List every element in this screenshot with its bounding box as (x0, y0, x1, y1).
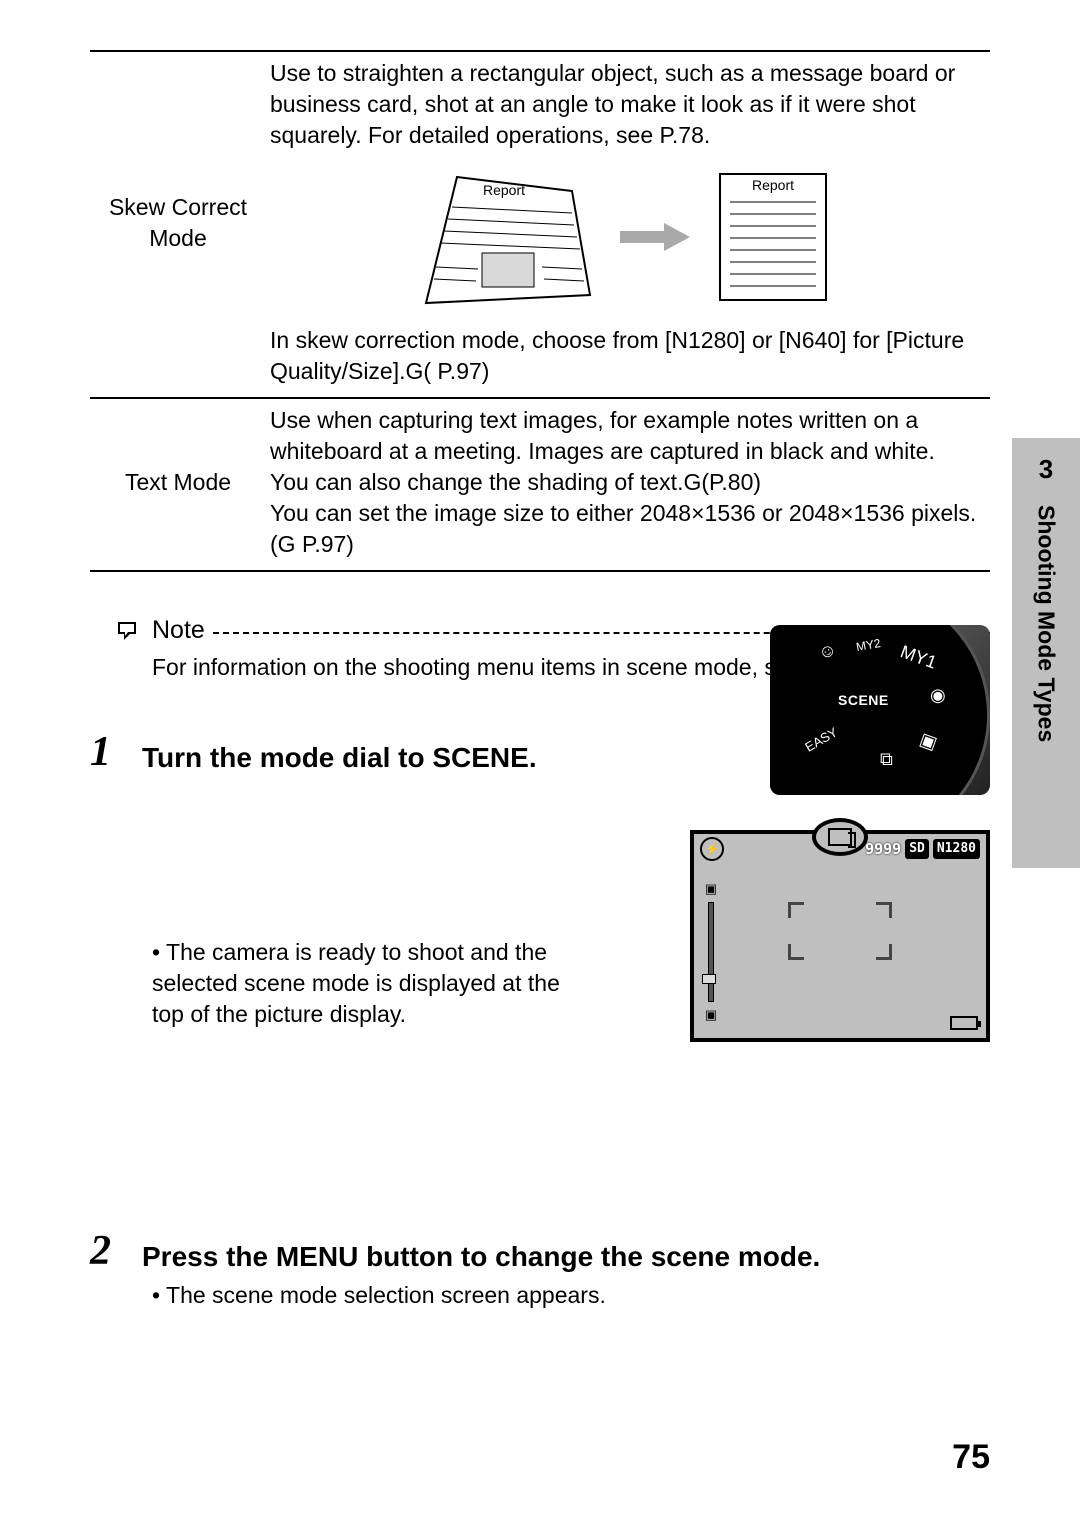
skew-desc-bottom: In skew correction mode, choose from [N1… (270, 325, 980, 387)
mode-desc-skew: Use to straighten a rectangular object, … (260, 51, 990, 398)
side-tab-title: Shooting Mode Types (1030, 505, 1061, 845)
lcd-battery-icon (950, 1016, 978, 1030)
mode-desc-text: Use when capturing text images, for exam… (260, 398, 990, 571)
page-number: 75 (952, 1435, 990, 1481)
step-2-number: 2 (90, 1230, 124, 1272)
step-2-title: Press the MENU button to change the scen… (142, 1230, 820, 1276)
step-1-bullet: The camera is ready to shoot and the sel… (152, 937, 572, 1030)
dial-scene-label: SCENE (838, 691, 889, 710)
step-2-bullet: The scene mode selection screen appears. (152, 1280, 990, 1311)
modes-table: Skew Correct Mode Use to straighten a re… (90, 50, 990, 572)
lcd-sd-badge: SD (905, 839, 929, 859)
lcd-preview: ⚡ 9999 SD N1280 ▣ ▣ (690, 830, 990, 1042)
note-heading: Note (152, 614, 205, 648)
lcd-shot-count: 9999 (865, 839, 901, 859)
step-1-title: Turn the mode dial to SCENE. (142, 731, 537, 777)
step-2: 2 Press the MENU button to change the sc… (90, 1230, 990, 1311)
lcd-mode-indicator-icon (812, 818, 868, 856)
step-1-number: 1 (90, 731, 124, 773)
svg-text:Report: Report (483, 182, 525, 198)
lcd-zoom-bar: ▣ ▣ (700, 880, 722, 1024)
side-tab: 3 Shooting Mode Types (1012, 438, 1080, 868)
dial-camera-icon: ◉ (930, 683, 946, 707)
side-tab-chapter: 3 (1012, 438, 1080, 487)
lcd-zoom-wide-icon: ▣ (705, 1006, 717, 1024)
lcd-zoom-tele-icon: ▣ (705, 880, 717, 898)
lcd-flash-icon: ⚡ (700, 837, 724, 861)
skew-illustration: Report (270, 167, 980, 307)
arrow-right-icon (620, 223, 690, 251)
corrected-card-icon: Report (718, 172, 828, 302)
lcd-focus-brackets-icon (788, 902, 892, 960)
mode-dial-image: SCENE ☺ MY2 MY1 ◉ ▣ ⧉ EASY (770, 625, 990, 795)
mode-label-skew: Skew Correct Mode (90, 51, 260, 398)
dial-multi-icon: ⧉ (880, 747, 893, 771)
skew-desc-top: Use to straighten a rectangular object, … (270, 58, 980, 151)
mode-label-text: Text Mode (90, 398, 260, 571)
note-icon (114, 618, 140, 644)
skewed-card-icon: Report (422, 167, 592, 307)
svg-text:Report: Report (752, 177, 794, 193)
lcd-quality-badge: N1280 (933, 839, 980, 859)
